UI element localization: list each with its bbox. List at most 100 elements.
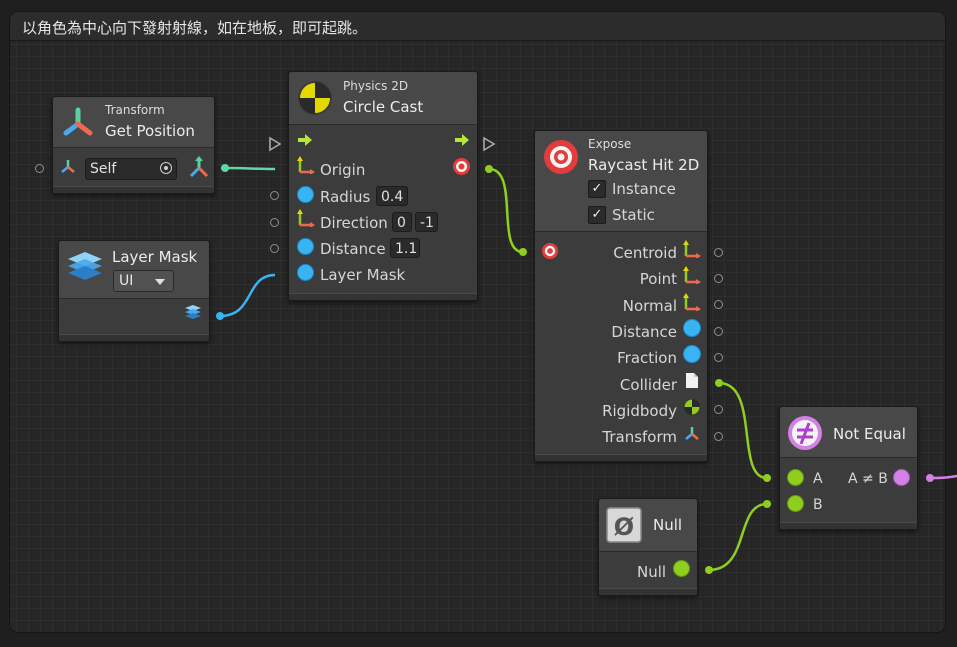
direction-input-port[interactable]	[270, 218, 279, 227]
distance-output-port[interactable]	[714, 327, 723, 336]
null-icon: Ø	[606, 507, 642, 543]
transform-target-port[interactable]	[35, 164, 44, 173]
output-fraction: Fraction	[617, 349, 677, 367]
direction-y-value: -1	[420, 215, 434, 231]
fraction-output-port[interactable]	[714, 353, 723, 362]
node-title: Not Equal	[833, 425, 906, 443]
distance-value: 1.1	[395, 241, 418, 257]
document-icon	[686, 373, 698, 388]
node-title: Layer Mask	[112, 248, 198, 266]
target-value: Self	[90, 161, 117, 177]
direction-y-field[interactable]: -1	[415, 212, 438, 232]
vector2-icon	[683, 240, 701, 258]
port-label-radius: Radius	[320, 188, 371, 206]
radius-field[interactable]: 0.4	[376, 186, 408, 206]
static-checkbox[interactable]: ✓	[588, 206, 606, 224]
output-rigidbody: Rigidbody	[602, 402, 677, 420]
vector2-icon	[683, 293, 701, 311]
vector2-icon	[297, 209, 315, 227]
flow-arrow-out-icon	[455, 134, 469, 146]
layer-mask-selected: UI	[119, 273, 134, 289]
object-input-icon	[787, 469, 804, 486]
physics-2d-icon	[298, 81, 332, 115]
input-b-label: B	[813, 497, 823, 513]
distance-input-port[interactable]	[270, 244, 279, 253]
node-get-position[interactable]: Transform Get Position Self	[52, 96, 215, 194]
raycast-hit-icon	[453, 158, 470, 175]
vector2-icon	[297, 156, 315, 174]
transform-output-port[interactable]	[714, 432, 723, 441]
chevron-down-icon	[155, 279, 165, 285]
float-icon	[297, 186, 314, 203]
wire-null-to-b	[708, 502, 768, 572]
instance-checkbox[interactable]: ✓	[588, 180, 606, 198]
null-output-label: Null	[637, 563, 667, 581]
layer-mask-output-icon	[185, 305, 201, 319]
target-field[interactable]: Self	[85, 158, 177, 180]
node-category: Expose	[588, 137, 632, 151]
node-null[interactable]: Ø Null Null	[598, 498, 698, 596]
centroid-output-port[interactable]	[714, 248, 723, 257]
float-icon	[683, 319, 701, 337]
wire-position-to-origin	[224, 166, 276, 171]
vector2-icon	[683, 266, 701, 284]
svg-text:Ø: Ø	[614, 513, 634, 541]
output-collider: Collider	[619, 376, 677, 394]
radius-value: 0.4	[381, 189, 404, 205]
node-not-equal[interactable]: Not Equal A B A ≠ B	[779, 406, 918, 530]
node-title: Get Position	[105, 122, 195, 140]
bool-output-icon	[893, 469, 910, 486]
node-title: Raycast Hit 2D	[588, 156, 700, 174]
wire-hit-to-expose	[488, 167, 524, 254]
vector3-output-icon	[189, 156, 209, 178]
port-label-direction: Direction	[320, 214, 388, 232]
float-icon	[297, 238, 314, 255]
node-title: Circle Cast	[343, 98, 424, 116]
flow-input-icon[interactable]	[268, 136, 282, 152]
port-label-layer-mask: Layer Mask	[320, 266, 406, 284]
flow-output-icon[interactable]	[482, 136, 496, 152]
node-title: Null	[653, 516, 683, 534]
output-normal: Normal	[622, 297, 677, 315]
distance-field[interactable]: 1.1	[390, 238, 420, 258]
rigidbody-icon	[683, 398, 701, 416]
transform-small-icon	[61, 160, 75, 173]
flow-arrow-icon	[298, 134, 312, 146]
node-category: Transform	[105, 103, 165, 117]
layer-mask-dropdown[interactable]: UI	[113, 270, 174, 292]
wire-collider-to-a	[718, 381, 768, 480]
rigidbody-output-port[interactable]	[714, 405, 723, 414]
object-input-icon	[787, 495, 804, 512]
node-category: Physics 2D	[343, 79, 409, 93]
output-label: A ≠ B	[848, 471, 888, 487]
direction-x-value: 0	[397, 215, 406, 231]
node-expose-raycast-hit[interactable]: Expose Raycast Hit 2D ✓ Instance ✓ Stati…	[534, 130, 708, 462]
transform-icon	[685, 427, 699, 440]
raycast-hit-input-icon	[541, 242, 559, 260]
static-label: Static	[612, 206, 655, 224]
output-centroid: Centroid	[613, 244, 677, 262]
object-output-icon	[673, 560, 690, 577]
port-label-origin: Origin	[320, 161, 366, 179]
node-layer-mask[interactable]: Layer Mask UI	[58, 240, 210, 342]
radius-input-port[interactable]	[270, 191, 279, 200]
port-label-distance: Distance	[320, 240, 386, 258]
direction-x-field[interactable]: 0	[392, 212, 412, 232]
float-icon	[683, 345, 701, 363]
raycast-hit-icon	[544, 140, 578, 174]
not-equal-icon	[788, 416, 822, 450]
point-output-port[interactable]	[714, 274, 723, 283]
output-point: Point	[639, 270, 677, 288]
output-transform: Transform	[602, 428, 677, 446]
input-a-label: A	[813, 471, 823, 487]
instance-label: Instance	[612, 180, 676, 198]
layer-mask-icon	[68, 252, 102, 280]
output-distance: Distance	[611, 323, 677, 341]
node-circle-cast[interactable]: Physics 2D Circle Cast Origin Radius 0.4…	[288, 71, 478, 301]
float-icon	[297, 264, 314, 281]
wire-layermask	[219, 273, 276, 318]
normal-output-port[interactable]	[714, 300, 723, 309]
wire-bool-out	[929, 474, 957, 480]
object-picker-icon[interactable]	[160, 162, 172, 174]
transform-icon	[63, 107, 93, 136]
